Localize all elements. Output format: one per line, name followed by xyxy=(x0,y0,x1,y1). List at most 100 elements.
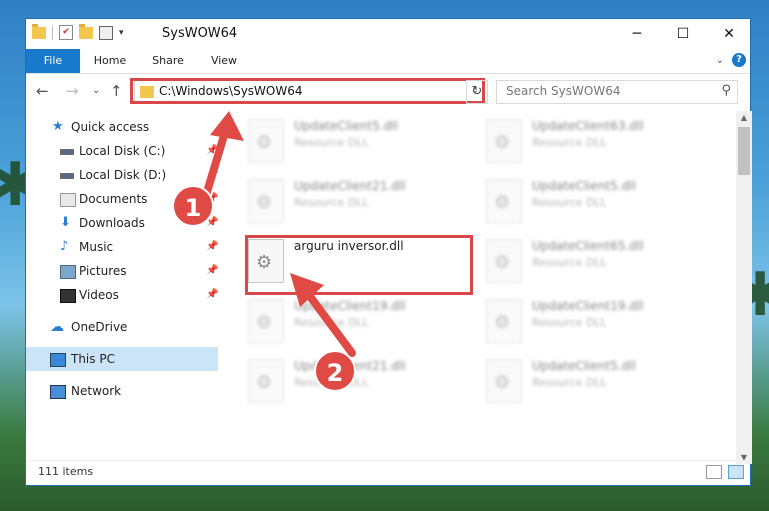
gear-icon: ⚙ xyxy=(256,132,273,153)
sidebar-item-label: Videos xyxy=(79,288,119,302)
drive-icon xyxy=(60,149,74,155)
scroll-up-icon[interactable]: ▲ xyxy=(736,113,752,122)
file-name: UpdateClient5.dll xyxy=(532,179,636,193)
file-item[interactable]: ⚙ UpdateClient63.dll Resource DLL xyxy=(482,115,712,171)
sidebar-item-label: Network xyxy=(71,384,122,398)
file-name: UpdateClient21.dll xyxy=(294,179,406,193)
divider xyxy=(52,25,53,40)
navigation-bar: ← → ⌄ ↑ C:\Windows\SysWOW64 ⌄ ↻ Search S… xyxy=(26,74,750,108)
gear-icon: ⚙ xyxy=(494,132,511,153)
tab-home[interactable]: Home xyxy=(88,49,132,73)
sidebar-item-label: This PC xyxy=(71,352,115,366)
sidebar-item-music[interactable]: ♪ Music 📌 xyxy=(26,235,218,259)
search-input[interactable]: Search SysWOW64 xyxy=(506,84,620,98)
explorer-window: ✔ ▾ SysWOW64 ─ ☐ ✕ File Home Share View … xyxy=(25,18,752,486)
item-count: 111 items xyxy=(38,465,94,478)
dll-file-icon: ⚙ xyxy=(486,239,522,283)
file-item[interactable]: ⚙ UpdateClient5.dll Resource DLL xyxy=(482,355,712,411)
sidebar-item-onedrive[interactable]: ☁ OneDrive xyxy=(26,315,218,339)
sidebar-item-label: Local Disk (D:) xyxy=(79,168,167,182)
sidebar-item-videos[interactable]: Videos 📌 xyxy=(26,283,218,307)
large-icons-view-icon[interactable] xyxy=(728,465,744,479)
view-toggle xyxy=(706,465,744,479)
quick-access-toolbar: ✔ ▾ xyxy=(32,23,124,40)
address-highlight-box xyxy=(130,78,485,104)
file-type: Resource DLL xyxy=(532,376,607,389)
sidebar-item-pictures[interactable]: Pictures 📌 xyxy=(26,259,218,283)
recent-locations-button[interactable]: ⌄ xyxy=(92,85,100,96)
tab-file[interactable]: File xyxy=(26,49,80,73)
dll-file-icon: ⚙ xyxy=(486,119,522,163)
refresh-button[interactable]: ↻ xyxy=(466,80,488,104)
sidebar-item-label: Downloads xyxy=(79,216,145,230)
forward-button[interactable]: → xyxy=(66,82,79,100)
drive-icon xyxy=(60,173,74,179)
chevron-down-icon[interactable]: ▾ xyxy=(119,28,124,38)
folder-icon[interactable] xyxy=(32,23,46,39)
sidebar-item-label: Pictures xyxy=(79,264,127,278)
window-title: SysWOW64 xyxy=(162,26,238,41)
dll-file-icon: ⚙ xyxy=(486,179,522,223)
minimize-button[interactable]: ─ xyxy=(614,19,660,49)
network-icon xyxy=(50,385,66,399)
ribbon-controls: ⌄ ? xyxy=(716,53,746,67)
file-name: UpdateClient19.dll xyxy=(532,299,644,313)
dll-file-icon: ⚙ xyxy=(486,299,522,343)
file-name: UpdateClient5.dll xyxy=(532,359,636,373)
sidebar-item-network[interactable]: Network xyxy=(26,379,218,403)
gear-icon: ⚙ xyxy=(494,312,511,333)
dll-file-icon: ⚙ xyxy=(248,119,284,163)
title-bar: ✔ ▾ SysWOW64 ─ ☐ ✕ xyxy=(26,19,750,49)
sidebar-item-label: OneDrive xyxy=(71,320,128,334)
documents-icon xyxy=(60,193,76,207)
file-type: Resource DLL xyxy=(532,316,607,329)
file-type: Resource DLL xyxy=(532,256,607,269)
step-2-badge: 2 xyxy=(314,350,356,392)
back-button[interactable]: ← xyxy=(36,82,49,100)
cloud-icon: ☁ xyxy=(50,319,64,335)
sidebar-item-label: Quick access xyxy=(71,120,150,134)
file-name: UpdateClient63.dll xyxy=(532,119,644,133)
search-box[interactable]: Search SysWOW64 ⚲ xyxy=(496,80,738,104)
pin-icon[interactable]: 📌 xyxy=(206,283,218,307)
sidebar-item-label: Local Disk (C:) xyxy=(79,144,166,158)
dll-file-icon: ⚙ xyxy=(248,179,284,223)
file-item[interactable]: ⚙ UpdateClient5.dll Resource DLL xyxy=(482,175,712,231)
gear-icon: ⚙ xyxy=(256,372,273,393)
download-icon: ⬇ xyxy=(60,215,71,230)
tab-share[interactable]: Share xyxy=(146,49,190,73)
details-view-icon[interactable] xyxy=(706,465,722,479)
music-icon: ♪ xyxy=(60,239,69,254)
maximize-button[interactable]: ☐ xyxy=(660,19,706,49)
gear-icon: ⚙ xyxy=(494,372,511,393)
file-type: Resource DLL xyxy=(532,136,607,149)
file-type: Resource DLL xyxy=(294,136,369,149)
scroll-thumb[interactable] xyxy=(738,127,750,175)
tab-view[interactable]: View xyxy=(202,49,246,73)
pictures-icon xyxy=(60,265,76,279)
file-name: UpdateClient5.dll xyxy=(294,119,398,133)
sidebar-item-this-pc[interactable]: This PC xyxy=(26,347,218,371)
up-button[interactable]: ↑ xyxy=(110,82,123,100)
file-item[interactable]: ⚙ UpdateClient19.dll Resource DLL xyxy=(482,295,712,351)
videos-icon xyxy=(60,289,76,303)
pin-icon[interactable]: 📌 xyxy=(206,235,218,259)
search-icon[interactable]: ⚲ xyxy=(721,83,731,98)
pin-icon[interactable]: 📌 xyxy=(206,259,218,283)
file-type: Resource DLL xyxy=(532,196,607,209)
customize-icon[interactable] xyxy=(99,25,113,40)
file-name: UpdateClient65.dll xyxy=(532,239,644,253)
gear-icon: ⚙ xyxy=(256,312,273,333)
close-button[interactable]: ✕ xyxy=(706,19,752,49)
ribbon-tabs: File Home Share View xyxy=(26,49,750,74)
help-icon[interactable]: ? xyxy=(732,53,746,67)
chevron-down-icon[interactable]: ⌄ xyxy=(716,55,724,66)
properties-check-icon[interactable]: ✔ xyxy=(59,25,73,40)
file-item[interactable]: ⚙ UpdateClient21.dll Resource DLL xyxy=(244,175,474,231)
file-item[interactable]: ⚙ UpdateClient65.dll Resource DLL xyxy=(482,235,712,291)
gear-icon: ⚙ xyxy=(494,192,511,213)
new-folder-icon[interactable] xyxy=(79,23,93,39)
step-1-badge: 1 xyxy=(172,185,214,227)
vertical-scrollbar[interactable]: ▲ ▼ xyxy=(736,111,752,464)
file-item[interactable]: ⚙ UpdateClient5.dll Resource DLL xyxy=(244,115,474,171)
